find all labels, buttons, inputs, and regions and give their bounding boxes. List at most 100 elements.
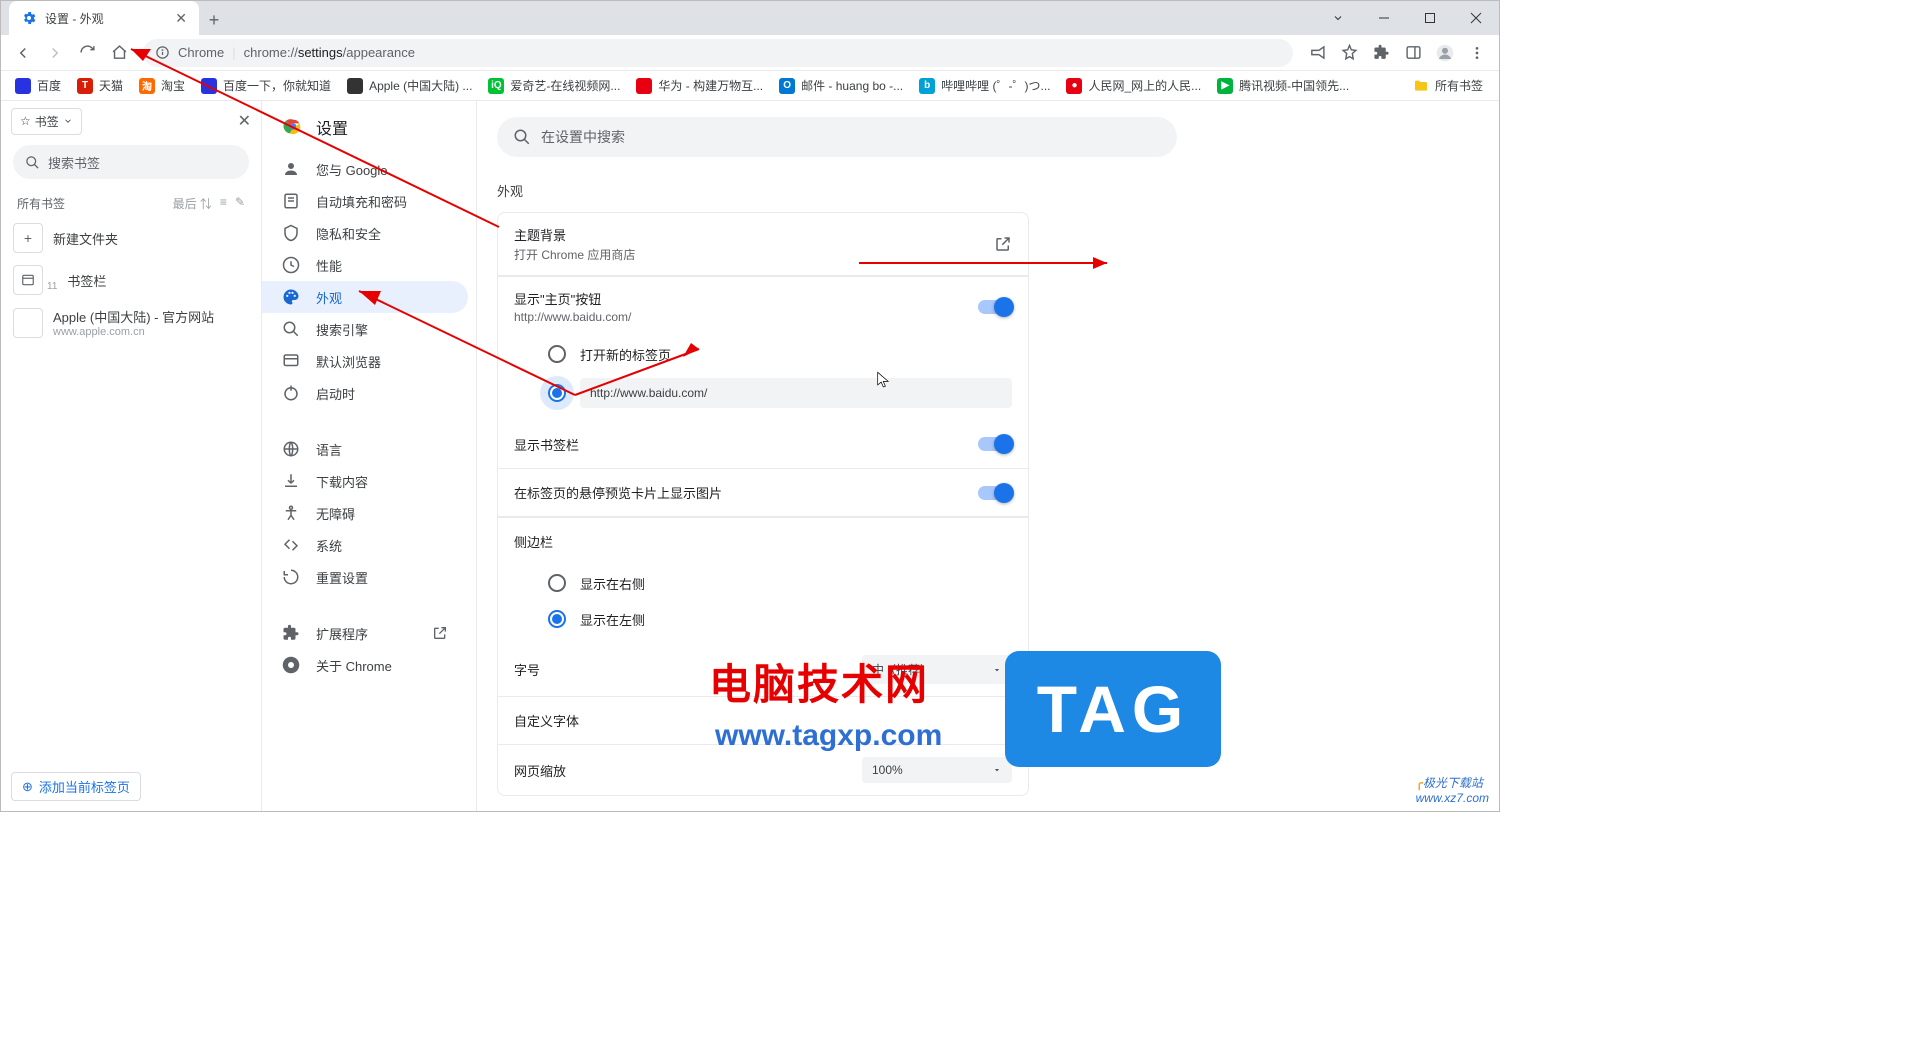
filter-icon[interactable]: ≡ [220, 195, 227, 212]
omnibox-host: Chrome [178, 45, 224, 60]
omnibox[interactable]: Chrome | chrome://settings/appearance [143, 39, 1293, 67]
close-button[interactable] [1453, 1, 1499, 35]
radio-icon [548, 345, 566, 363]
bookmark-item[interactable]: 淘淘宝 [133, 73, 191, 99]
bookmarks-dropdown[interactable]: ☆ 书签 [11, 108, 82, 135]
window: 设置 - 外观 ✕ + Chrome | chrome://settings/a… [0, 0, 1500, 812]
radio-selected-icon [548, 384, 566, 402]
launch-icon [432, 625, 448, 641]
bookmarks-side-panel: ☆ 书签 ✕ 搜索书签 所有书签 最后 ⇅ ≡ ✎ + 新建文 [1, 101, 262, 811]
back-button[interactable] [9, 39, 37, 67]
launch-icon [994, 235, 1012, 253]
bookmark-item[interactable]: 华为 - 构建万物互... [630, 73, 769, 99]
chevron-down-icon [63, 116, 73, 126]
bookmark-item[interactable]: Apple (中国大陆) ... [341, 73, 478, 99]
bookmark-star-icon[interactable] [1335, 39, 1363, 67]
window-controls [1315, 1, 1499, 35]
apple-icon [13, 308, 43, 338]
nav-accessibility[interactable]: 无障碍 [262, 497, 468, 529]
profile-icon[interactable] [1431, 39, 1459, 67]
add-current-tab-button[interactable]: ⊕ 添加当前标签页 [11, 772, 141, 801]
home-radio-new-tab[interactable]: 打开新的标签页 [498, 336, 1028, 372]
search-icon [513, 128, 531, 146]
nav-you-and-google[interactable]: 您与 Google [262, 153, 468, 185]
bookmark-item[interactable]: T天猫 [71, 73, 129, 99]
sort-button[interactable]: 最后 ⇅ [173, 195, 212, 212]
sidebar-right-radio[interactable]: 显示在右侧 [498, 565, 1028, 601]
settings-nav: 设置 您与 Google 自动填充和密码 隐私和安全 性能 外观 搜索引擎 默认… [262, 101, 477, 811]
side-panel-icon[interactable] [1399, 39, 1427, 67]
nav-performance[interactable]: 性能 [262, 249, 468, 281]
nav-system[interactable]: 系统 [262, 529, 468, 561]
home-button-row: 显示"主页"按钮 http://www.baidu.com/ [498, 276, 1028, 336]
menu-icon[interactable] [1463, 39, 1491, 67]
bookmark-item[interactable]: iQ爱奇艺-在线视频网... [482, 73, 626, 99]
bookmarks-search[interactable]: 搜索书签 [13, 145, 249, 179]
all-bookmarks-button[interactable]: 所有书签 [1405, 77, 1491, 94]
nav-appearance[interactable]: 外观 [262, 281, 468, 313]
settings-main: 在设置中搜索 外观 主题背景 打开 Chrome 应用商店 [477, 101, 1499, 811]
extensions-icon[interactable] [1367, 39, 1395, 67]
plus-icon: + [13, 223, 43, 253]
new-tab-button[interactable]: + [199, 5, 229, 35]
show-bookmarks-row: 显示书签栏 [498, 420, 1028, 468]
forward-button[interactable] [41, 39, 69, 67]
bookmarks-bar-folder[interactable]: 11 书签栏 [1, 259, 261, 301]
show-bookmarks-toggle[interactable] [978, 437, 1012, 451]
caret-down-icon [992, 665, 1002, 675]
caret-down-icon[interactable] [1315, 1, 1361, 35]
nav-default-browser[interactable]: 默认浏览器 [262, 345, 468, 377]
watermark-url: www.tagxp.com [715, 719, 942, 753]
watermark-cn: 电脑技术网 [709, 661, 929, 711]
bookmark-item[interactable]: 百度一下，你就知道 [195, 73, 337, 99]
info-icon [155, 45, 170, 60]
home-url-input[interactable]: http://www.baidu.com/ [580, 378, 1012, 408]
chrome-logo-icon [282, 116, 304, 138]
nav-languages[interactable]: 语言 [262, 433, 468, 465]
section-appearance-title: 外观 [497, 181, 1479, 200]
search-icon [25, 155, 40, 170]
nav-downloads[interactable]: 下载内容 [262, 465, 468, 497]
nav-reset[interactable]: 重置设置 [262, 561, 468, 593]
nav-search-engine[interactable]: 搜索引擎 [262, 313, 468, 345]
nav-privacy[interactable]: 隐私和安全 [262, 217, 468, 249]
bookmark-item[interactable]: ▶腾讯视频-中国领先... [1211, 73, 1355, 99]
nav-extensions[interactable]: 扩展程序 [262, 617, 468, 649]
home-button[interactable] [105, 39, 133, 67]
edit-icon[interactable]: ✎ [235, 195, 245, 212]
tab-close-icon[interactable]: ✕ [175, 10, 187, 27]
radio-selected-icon [548, 610, 566, 628]
star-icon: ☆ [20, 114, 31, 128]
bookmark-item[interactable]: O邮件 - huang bo -... [773, 73, 909, 99]
settings-search[interactable]: 在设置中搜索 [497, 117, 1177, 157]
settings-title: 设置 [262, 115, 476, 153]
caret-down-icon [992, 765, 1002, 775]
home-button-toggle[interactable] [978, 300, 1012, 314]
minimize-button[interactable] [1361, 1, 1407, 35]
sidebar-header-row: 侧边栏 [498, 517, 1028, 565]
reload-button[interactable] [73, 39, 101, 67]
nav-autofill[interactable]: 自动填充和密码 [262, 185, 468, 217]
bookmark-entry-apple[interactable]: Apple (中国大陆) - 官方网站 www.apple.com.cn [1, 301, 261, 344]
bookmark-item[interactable]: b哔哩哔哩 (゜-゜)つ... [913, 73, 1056, 99]
home-radio-url[interactable]: http://www.baidu.com/ [498, 372, 1028, 414]
maximize-button[interactable] [1407, 1, 1453, 35]
panel-close-icon[interactable]: ✕ [238, 111, 251, 131]
nav-on-startup[interactable]: 启动时 [262, 377, 468, 409]
corner-watermark: ╭极光下载站www.xz7.com [1416, 774, 1489, 805]
bookmark-item[interactable]: ●人民网_网上的人民... [1060, 73, 1207, 99]
bookmark-item[interactable]: 百度 [9, 73, 67, 99]
cursor-icon [877, 371, 891, 389]
radio-icon [548, 574, 566, 592]
bookmarks-bar: 百度 T天猫 淘淘宝 百度一下，你就知道 Apple (中国大陆) ... iQ… [1, 71, 1499, 101]
theme-row[interactable]: 主题背景 打开 Chrome 应用商店 [498, 213, 1028, 275]
browser-tab[interactable]: 设置 - 外观 ✕ [9, 1, 199, 35]
sidebar-left-radio[interactable]: 显示在左侧 [498, 601, 1028, 637]
new-folder-row[interactable]: + 新建文件夹 [1, 217, 261, 259]
page-zoom-select[interactable]: 100% [862, 757, 1012, 783]
hover-preview-toggle[interactable] [978, 486, 1012, 500]
panel-icon [13, 265, 43, 295]
nav-about-chrome[interactable]: 关于 Chrome [262, 649, 468, 681]
share-icon[interactable] [1303, 39, 1331, 67]
toolbar: Chrome | chrome://settings/appearance [1, 35, 1499, 71]
